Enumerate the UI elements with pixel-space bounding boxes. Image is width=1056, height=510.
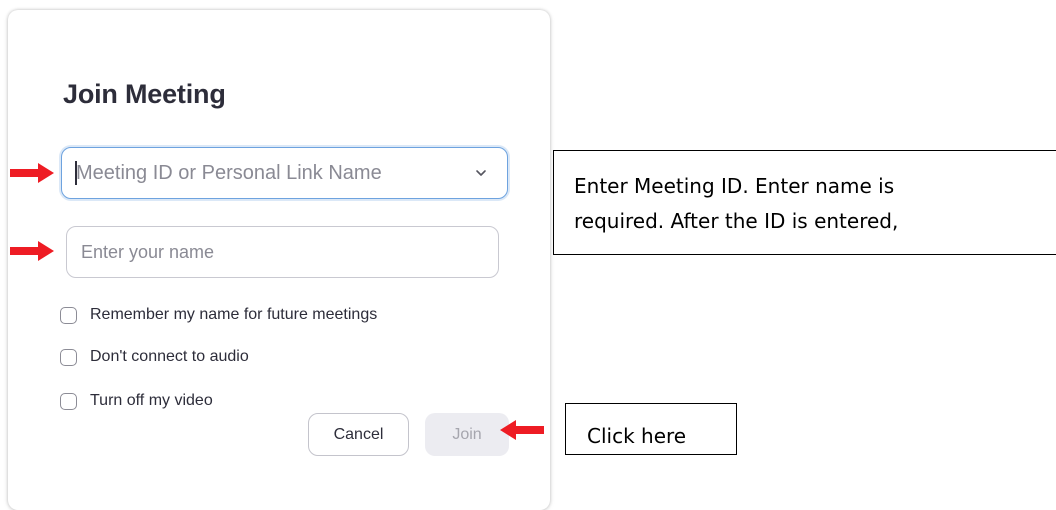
callout-click-text: Click here — [587, 424, 687, 448]
remember-name-label: Remember my name for future meetings — [90, 306, 378, 323]
video-off-checkbox[interactable] — [60, 392, 77, 410]
meeting-id-field[interactable] — [61, 147, 508, 199]
remember-name-checkbox[interactable] — [60, 306, 77, 324]
arrow-right-icon — [10, 163, 54, 183]
callout-click-here: Click here — [565, 403, 737, 455]
callout-meeting-id: Enter Meeting ID. Enter name is required… — [553, 150, 1056, 255]
text-cursor — [75, 161, 77, 185]
callout-line: required. After the ID is entered, — [574, 209, 899, 233]
video-off-option[interactable]: Turn off my video — [60, 391, 213, 411]
name-input[interactable] — [81, 227, 441, 277]
arrow-left-icon — [500, 420, 544, 440]
dialog-title: Join Meeting — [63, 79, 226, 109]
meeting-id-input[interactable] — [76, 148, 436, 198]
chevron-down-icon[interactable] — [475, 168, 487, 178]
video-off-label: Turn off my video — [90, 392, 213, 409]
arrow-right-icon — [10, 241, 54, 261]
no-audio-option[interactable]: Don't connect to audio — [60, 347, 249, 367]
no-audio-label: Don't connect to audio — [90, 348, 249, 365]
remember-name-option[interactable]: Remember my name for future meetings — [60, 305, 377, 325]
no-audio-checkbox[interactable] — [60, 348, 77, 366]
name-field[interactable] — [66, 226, 499, 278]
join-button[interactable]: Join — [425, 413, 509, 456]
callout-line: Enter Meeting ID. Enter name is — [574, 174, 895, 198]
cancel-button[interactable]: Cancel — [308, 413, 409, 456]
